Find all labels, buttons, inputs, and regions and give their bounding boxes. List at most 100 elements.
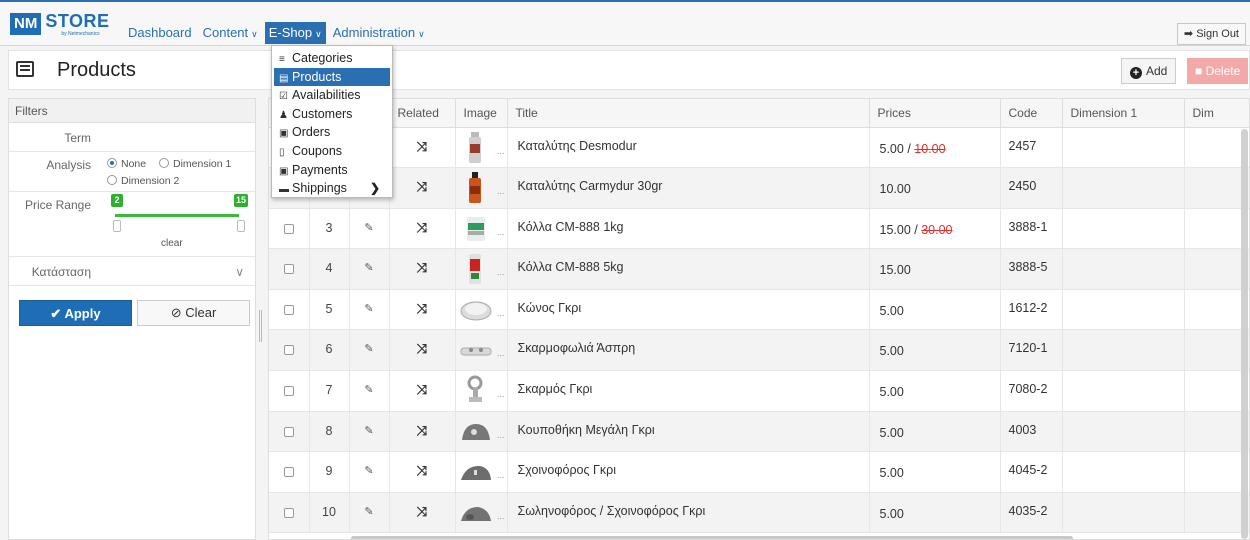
clear-button[interactable]: ⊘ Clear (137, 300, 250, 326)
menu-item-availabilities[interactable]: ☑ Availabilities (272, 86, 392, 105)
row-checkbox[interactable] (283, 223, 294, 234)
table-row[interactable]: 9 ✎ ⤨... Σχοινοφόρος Γκρι 5.00 4045-2 (269, 451, 1249, 493)
row-checkbox[interactable] (283, 304, 294, 315)
row-image-cell[interactable]: ... (455, 492, 508, 534)
status-row: Κατάσταση ∨ (9, 257, 255, 286)
row-checkbox[interactable] (283, 507, 294, 518)
random-icon[interactable]: ⤨ (417, 139, 427, 154)
radio-button[interactable] (107, 158, 117, 168)
row-prices: 5.00 (869, 492, 1001, 534)
row-image-cell[interactable]: ... (455, 248, 508, 290)
random-icon[interactable]: ⤨ (417, 260, 427, 275)
row-image-cell[interactable]: ... (455, 127, 508, 169)
random-icon[interactable]: ⤨ (417, 341, 427, 356)
price-clear-link[interactable]: clear (161, 238, 183, 249)
table-row[interactable]: 4 ✎ ⤨... Κόλλα CM-888 5kg 15.00 3888-5 (269, 248, 1249, 290)
radio-button[interactable] (107, 175, 117, 185)
menu-item-orders[interactable]: ▣ Orders (272, 123, 392, 142)
vertical-scrollbar[interactable] (1241, 129, 1248, 539)
panel-splitter[interactable] (259, 310, 262, 342)
nav-dashboard[interactable]: Dashboard (124, 22, 196, 44)
row-prices: 10.00 (869, 167, 1001, 209)
price-max-handle[interactable] (237, 220, 245, 232)
sign-out-button[interactable]: ➡ Sign Out (1176, 23, 1246, 45)
status-select[interactable]: ∨ (101, 257, 256, 285)
row-image-cell[interactable]: ... (455, 208, 508, 250)
row-checkbox[interactable] (283, 426, 294, 437)
col-code[interactable]: Code (1000, 99, 1063, 128)
edit-icon[interactable]: ✎ (364, 506, 373, 518)
analysis-option-dimension-1[interactable]: Dimension 1 (159, 158, 231, 170)
row-checkbox[interactable] (283, 386, 294, 397)
menu-item-shippings[interactable]: ▬ Shippings ❯ (272, 179, 392, 198)
edit-icon[interactable]: ✎ (364, 465, 373, 477)
row-title: Σκαρμοφωλιά Άσπρη (507, 329, 870, 372)
analysis-option-none[interactable]: None (107, 158, 146, 170)
term-row: Term (9, 123, 255, 152)
row-image-cell[interactable]: ... (455, 167, 508, 209)
row-dimension-1 (1062, 370, 1185, 412)
row-select-cell (269, 289, 310, 331)
row-checkbox[interactable] (283, 345, 294, 356)
add-button[interactable]: + Add (1121, 58, 1177, 84)
edit-icon[interactable]: ✎ (364, 222, 373, 234)
table-row[interactable]: 6 ✎ ⤨... Σκαρμοφωλιά Άσπρη 5.00 7120-1 (269, 329, 1249, 372)
random-icon[interactable]: ⤨ (417, 179, 427, 194)
col-dimension-2[interactable]: Dim (1184, 99, 1249, 128)
row-image-cell[interactable]: ... (455, 411, 508, 453)
analysis-option-dimension-2[interactable]: Dimension 2 (107, 175, 179, 187)
edit-icon[interactable]: ✎ (364, 384, 373, 396)
edit-icon[interactable]: ✎ (364, 425, 373, 437)
menu-item-categories[interactable]: ≡ Categories (272, 49, 392, 68)
random-icon[interactable]: ⤨ (417, 382, 427, 397)
col-title[interactable]: Title (507, 99, 870, 128)
nav-administration[interactable]: Administration ∨ (329, 22, 429, 44)
nav-eshop[interactable]: E-Shop ∨ (264, 22, 326, 44)
row-number: 3 (309, 208, 350, 250)
table-row[interactable]: 3 ✎ ⤨... Κόλλα CM-888 1kg 15.00 / 30.00 3888-… (269, 208, 1249, 250)
random-icon[interactable]: ⤨ (417, 504, 427, 519)
price-range-slider[interactable]: 2 15 clear (101, 192, 256, 256)
horizontal-scrollbar[interactable] (351, 536, 1073, 539)
nav-content[interactable]: Content ∨ (199, 22, 262, 44)
table-row[interactable]: 2✎⤨...Καταλύτης Carmydur 30gr10.002450 (269, 167, 1249, 209)
edit-icon[interactable]: ✎ (364, 343, 373, 355)
radio-button[interactable] (159, 158, 169, 168)
table-row[interactable]: 8 ✎ ⤨... Κουποθήκη Μεγάλη Γκρι 5.00 4003 (269, 411, 1249, 453)
row-number: 9 (309, 451, 350, 493)
menu-item-coupons[interactable]: ▯ Coupons (272, 142, 392, 161)
random-icon[interactable]: ⤨ (417, 423, 427, 438)
chevron-down-icon: ∨ (418, 29, 425, 39)
menu-item-payments[interactable]: ▣ Payments (272, 161, 392, 180)
random-icon[interactable]: ⤨ (417, 220, 427, 235)
col-image[interactable]: Image (455, 99, 508, 128)
term-input[interactable] (101, 123, 256, 151)
price-min-handle[interactable] (113, 220, 121, 232)
table-row[interactable]: 10 ✎ ⤨... Σωληνοφόρος / Σχοινοφόρος Γκρι 5.0… (269, 492, 1249, 534)
chevron-down-icon: ∨ (315, 29, 322, 39)
col-related[interactable]: Related (389, 99, 456, 128)
edit-icon[interactable]: ✎ (364, 303, 373, 315)
random-icon[interactable]: ⤨ (417, 301, 427, 316)
row-related-cell: ⤨ (389, 451, 456, 493)
apply-button[interactable]: ✔ Apply (19, 300, 132, 326)
row-image-cell[interactable]: ... (455, 451, 508, 493)
col-prices[interactable]: Prices (869, 99, 1001, 128)
random-icon[interactable]: ⤨ (417, 463, 427, 478)
row-checkbox[interactable] (283, 467, 294, 478)
col-dimension-1[interactable]: Dimension 1 (1062, 99, 1185, 128)
row-image-cell[interactable]: ... (455, 370, 508, 412)
row-image-cell[interactable]: ... (455, 289, 508, 331)
main-nav: Dashboard Content ∨ E-Shop ∨ Administratio… (124, 22, 432, 44)
table-row[interactable]: 1✎⤨...Καταλύτης Desmodur5.00 / 10.002457 (269, 127, 1249, 169)
row-related-cell: ⤨ (389, 492, 456, 534)
row-checkbox[interactable] (283, 264, 294, 275)
menu-item-products[interactable]: ▤ Products (274, 67, 390, 87)
store-logo[interactable]: NM STORE by Netmechanics (10, 11, 110, 37)
row-image-cell[interactable]: ... (455, 329, 508, 372)
menu-item-customers[interactable]: ♟ Customers (272, 105, 392, 124)
table-row[interactable]: 5 ✎ ⤨... Κώνος Γκρι 5.00 1612-2 (269, 289, 1249, 331)
edit-icon[interactable]: ✎ (364, 262, 373, 274)
delete-button[interactable]: ■ Delete (1187, 58, 1249, 84)
table-row[interactable]: 7 ✎ ⤨... Σκαρμός Γκρι 5.00 7080-2 (269, 370, 1249, 412)
